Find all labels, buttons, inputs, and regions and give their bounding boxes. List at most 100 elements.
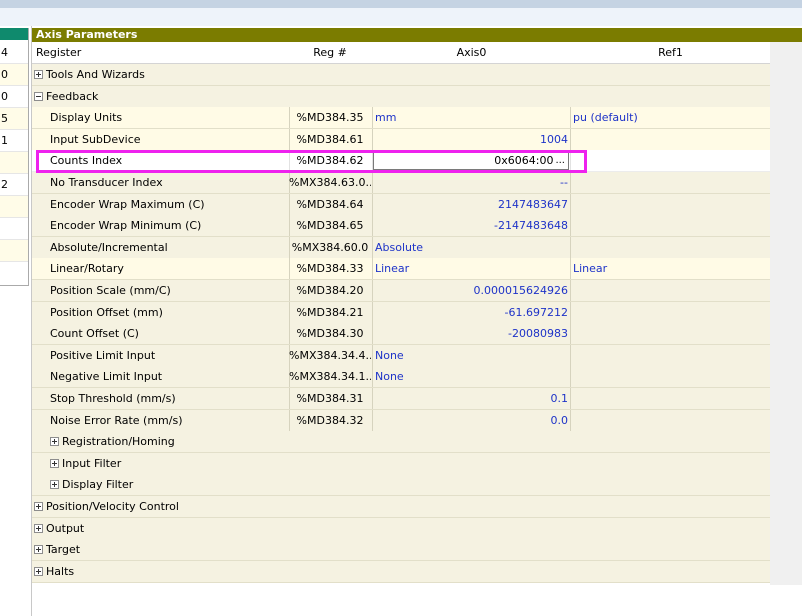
grid-divider: [570, 172, 571, 193]
left-row[interactable]: [0, 240, 28, 262]
left-row-value: 5: [1, 112, 8, 125]
column-header-register[interactable]: Register: [36, 42, 81, 63]
column-header-regnum[interactable]: Reg #: [289, 42, 371, 63]
register-label: Encoder Wrap Maximum (C): [50, 198, 205, 211]
parameter-row[interactable]: Encoder Wrap Minimum (C) %MD384.65 -214748…: [32, 215, 770, 237]
axis0-value-cell[interactable]: -61.697212: [373, 302, 570, 323]
ref1-value-cell[interactable]: pu (default): [571, 107, 770, 128]
register-label: Counts Index: [50, 154, 123, 167]
parameter-row[interactable]: Encoder Wrap Maximum (C) %MD384.64 2147483…: [32, 194, 770, 216]
parameter-row[interactable]: Position Scale (mm/C) %MD384.20 0.00001562…: [32, 280, 770, 302]
grid-divider: [570, 345, 571, 366]
axis0-value-cell[interactable]: None: [373, 345, 570, 366]
axis0-value-cell[interactable]: None: [373, 366, 570, 387]
axis0-value: None: [375, 349, 404, 362]
parameter-row[interactable]: Count Offset (C) %MD384.30 -20080983: [32, 323, 770, 345]
expand-icon[interactable]: [34, 501, 43, 511]
regnum-cell: %MD384.31: [296, 392, 364, 405]
axis0-value-cell[interactable]: 0.000015624926: [373, 280, 570, 301]
regnum-cell: %MD384.20: [296, 284, 364, 297]
axis0-value-cell[interactable]: Absolute: [373, 237, 570, 258]
parameter-row[interactable]: Absolute/Incremental %MX384.60.0 Absolute: [32, 237, 770, 259]
left-row[interactable]: [0, 152, 28, 174]
expand-icon[interactable]: [50, 436, 59, 446]
register-cell: Display Units: [50, 107, 290, 128]
parameter-row[interactable]: Positive Limit Input %MX384.34.4... None: [32, 345, 770, 367]
register-cell: Input SubDevice: [50, 129, 290, 150]
left-row[interactable]: [0, 218, 28, 240]
column-header-axis0[interactable]: Axis0: [373, 42, 570, 63]
group-row[interactable]: Tools And Wizards: [32, 64, 770, 86]
left-row[interactable]: 2: [0, 174, 28, 196]
regnum-cell: %MD384.64: [296, 198, 364, 211]
axis0-value-cell[interactable]: 2147483647: [373, 194, 570, 215]
axis0-value: Absolute: [375, 241, 424, 254]
register-label: Display Units: [50, 111, 123, 124]
group-row[interactable]: Halts: [32, 561, 770, 583]
register-label: Input Filter: [62, 457, 122, 470]
axis0-edit-field[interactable]: 0x6064:00...: [373, 151, 569, 170]
expand-icon[interactable]: [34, 566, 43, 576]
group-row[interactable]: Registration/Homing: [32, 431, 770, 453]
left-row[interactable]: 5: [0, 108, 28, 130]
grid-divider: [570, 388, 571, 409]
register-label: Position/Velocity Control: [46, 500, 179, 513]
collapse-icon[interactable]: [34, 91, 43, 101]
parameter-row[interactable]: No Transducer Index %MX384.63.0... --: [32, 172, 770, 194]
axis-parameters-panel: Axis Parameters Register Reg # Axis0 Ref…: [31, 26, 802, 616]
register-label: Halts: [46, 565, 75, 578]
left-row[interactable]: 4: [0, 42, 28, 64]
group-row[interactable]: Display Filter: [32, 474, 770, 496]
register-cell: Feedback: [34, 86, 274, 107]
register-label: Input SubDevice: [50, 133, 141, 146]
axis0-value-cell[interactable]: mm: [373, 107, 570, 128]
grid-divider: [570, 302, 571, 323]
axis0-value-cell[interactable]: 1004: [373, 129, 570, 150]
left-row[interactable]: 0: [0, 86, 28, 108]
column-header-ref1[interactable]: Ref1: [571, 42, 770, 63]
group-row[interactable]: Output: [32, 518, 770, 540]
expand-icon[interactable]: [50, 479, 59, 489]
axis0-value-cell[interactable]: -2147483648: [373, 215, 570, 236]
parameter-row[interactable]: Position Offset (mm) %MD384.21 -61.697212: [32, 302, 770, 324]
register-label: Positive Limit Input: [50, 349, 156, 362]
ref1-value-cell[interactable]: Linear: [571, 258, 770, 279]
parameter-row[interactable]: Negative Limit Input %MX384.34.1... None: [32, 366, 770, 388]
axis0-value: --: [560, 176, 568, 189]
axis0-value-cell[interactable]: Linear: [373, 258, 570, 279]
grid-divider: [570, 410, 571, 431]
register-cell: Absolute/Incremental: [50, 237, 290, 258]
axis0-value-cell[interactable]: --: [373, 172, 570, 193]
parameter-row[interactable]: Display Units %MD384.35 mm pu (default): [32, 107, 770, 129]
browse-ellipsis-button[interactable]: ...: [555, 155, 565, 166]
group-row[interactable]: Input Filter: [32, 453, 770, 475]
parameter-row[interactable]: Input SubDevice %MD384.61 1004: [32, 129, 770, 151]
expand-icon[interactable]: [34, 544, 43, 554]
axis0-value-cell[interactable]: -20080983: [373, 323, 570, 344]
group-row[interactable]: Feedback: [32, 86, 770, 108]
axis0-edit-value: 0x6064:00: [494, 154, 554, 167]
left-panel-bottom-border: [0, 285, 28, 286]
regnum-cell: %MX384.60.0: [291, 241, 369, 254]
parameter-row[interactable]: Stop Threshold (mm/s) %MD384.31 0.1: [32, 388, 770, 410]
axis0-value: -2147483648: [494, 219, 568, 232]
expand-icon[interactable]: [50, 458, 59, 468]
group-row[interactable]: Position/Velocity Control: [32, 496, 770, 518]
axis0-value-cell[interactable]: 0.0: [373, 410, 570, 431]
expand-icon[interactable]: [34, 69, 43, 79]
parameter-row[interactable]: Noise Error Rate (mm/s) %MD384.32 0.0: [32, 410, 770, 432]
parameter-row[interactable]: Counts Index %MD384.62 0x6064:00...: [32, 150, 770, 172]
left-row[interactable]: 1: [0, 130, 28, 152]
left-panel-border: [28, 28, 29, 286]
parameter-row[interactable]: Linear/Rotary %MD384.33 Linear Linear: [32, 258, 770, 280]
register-cell: Target: [34, 539, 274, 560]
expand-icon[interactable]: [34, 523, 43, 533]
left-row[interactable]: [0, 196, 28, 218]
regnum-cell: %MX384.34.4...: [289, 349, 371, 362]
axis0-value-cell[interactable]: 0.1: [373, 388, 570, 409]
left-row[interactable]: 0: [0, 64, 28, 86]
register-cell: Positive Limit Input: [50, 345, 290, 366]
column-header-row: Register Reg # Axis0 Ref1: [32, 42, 770, 64]
group-row[interactable]: Target: [32, 539, 770, 561]
register-cell: Registration/Homing: [50, 431, 290, 452]
